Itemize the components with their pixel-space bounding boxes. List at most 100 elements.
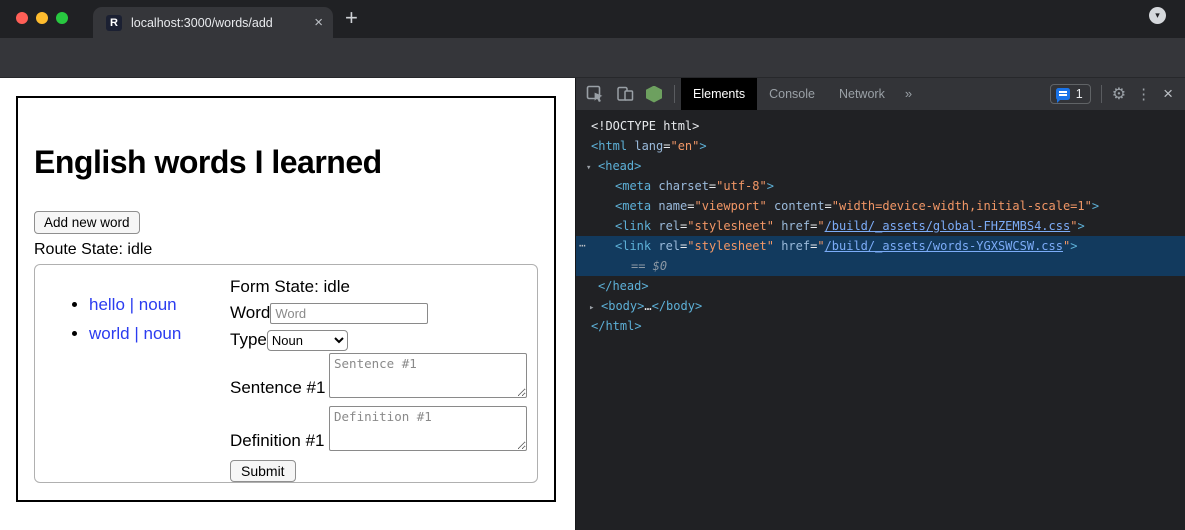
form-state-text: Form State: idle: [230, 277, 527, 297]
device-toolbar-icon[interactable]: [616, 85, 634, 103]
devtools-close-icon[interactable]: ×: [1163, 84, 1173, 104]
word-input[interactable]: [270, 303, 428, 324]
sentence-textarea[interactable]: [329, 353, 527, 398]
settings-gear-icon[interactable]: ⚙: [1112, 84, 1126, 104]
devtools-code-line[interactable]: <meta name="viewport" content="width=dev…: [576, 196, 1185, 216]
word-list: hello | noun world | noun: [45, 295, 230, 344]
toolbar-separator: [674, 85, 675, 103]
code-token: ": [817, 219, 824, 233]
code-token: "viewport": [694, 199, 766, 213]
word-link[interactable]: hello | noun: [89, 295, 177, 314]
devtools-tabbar: ElementsConsoleNetwork: [681, 78, 897, 110]
word-list-item: world | noun: [89, 324, 230, 344]
page-title: English words I learned: [34, 144, 538, 181]
devtools-code-line[interactable]: ▸<body>…</body>: [576, 296, 1185, 316]
remix-favicon-icon: R: [106, 15, 122, 31]
code-token: >: [1070, 239, 1077, 253]
code-token: /build/_assets/words-YGXSWCSW.css: [825, 239, 1063, 253]
add-new-word-button[interactable]: Add new word: [34, 211, 140, 234]
code-token: rel: [651, 239, 680, 253]
code-token: rel: [651, 219, 680, 233]
expander-open-icon[interactable]: ▾: [586, 158, 598, 178]
code-token: <meta: [615, 179, 651, 193]
line-options-icon[interactable]: ⋯: [579, 236, 587, 256]
devtools-code-line[interactable]: <html lang="en">: [576, 136, 1185, 156]
issues-button[interactable]: 1: [1050, 84, 1091, 104]
code-token: <html: [591, 139, 627, 153]
issues-count: 1: [1076, 87, 1083, 101]
devtools-tab-network[interactable]: Network: [827, 78, 897, 110]
code-token: lang: [627, 139, 663, 153]
code-token: "utf-8": [716, 179, 767, 193]
code-token: >: [767, 179, 774, 193]
devtools-menu-icon[interactable]: ⋮: [1136, 85, 1151, 103]
code-token: "en": [670, 139, 699, 153]
devtools-tab-console[interactable]: Console: [757, 78, 827, 110]
devtools-code-line[interactable]: ⋯<link rel="stylesheet" href="/build/_as…: [576, 236, 1185, 256]
devtools-toolbar: ElementsConsoleNetwork » 1 ⚙ ⋮ ×: [576, 78, 1185, 110]
devtools-code-line[interactable]: </head>: [576, 276, 1185, 296]
word-list-item: hello | noun: [89, 295, 230, 315]
minimize-window-button[interactable]: [36, 12, 48, 24]
word-list-column: hello | noun world | noun: [45, 275, 230, 472]
code-token: /build/_assets/global-FHZEMBS4.css: [825, 219, 1071, 233]
type-label: Type: [230, 330, 267, 350]
toolbar-separator: [1101, 85, 1102, 103]
words-form-panel: hello | noun world | noun Form State: idl…: [34, 264, 538, 483]
code-token: >: [1092, 199, 1099, 213]
code-token: ": [817, 239, 824, 253]
browser-window: R localhost:3000/words/add × + ▾ ← → loc…: [0, 0, 1185, 530]
code-token: </html>: [591, 319, 642, 333]
maximize-window-button[interactable]: [56, 12, 68, 24]
new-tab-button[interactable]: +: [345, 5, 358, 31]
code-token: href: [774, 239, 810, 253]
devtools-code-line[interactable]: ▾<head>: [576, 156, 1185, 176]
devtools-code-line[interactable]: </html>: [576, 316, 1185, 336]
code-token: <link: [615, 239, 651, 253]
word-label: Word: [230, 303, 270, 323]
code-token: content: [767, 199, 825, 213]
word-link[interactable]: world | noun: [89, 324, 181, 343]
definition-textarea[interactable]: [329, 406, 527, 451]
page-viewport: English words I learned Add new word Rou…: [0, 78, 575, 530]
browser-tab[interactable]: R localhost:3000/words/add ×: [93, 7, 333, 38]
code-token: charset: [651, 179, 709, 193]
code-token: =: [825, 199, 832, 213]
browser-toolbar: ← → localhost:3000/words/add ☆ Incognito…: [0, 38, 1185, 78]
code-token: == $0: [631, 259, 667, 273]
submit-button[interactable]: Submit: [230, 460, 296, 482]
code-token: <!DOCTYPE html>: [591, 119, 699, 133]
route-state-text: Route State: idle: [34, 241, 538, 259]
tab-title: localhost:3000/words/add: [131, 16, 308, 30]
node-devtools-icon[interactable]: [646, 86, 662, 103]
expander-closed-icon[interactable]: ▸: [589, 298, 601, 318]
page-container: English words I learned Add new word Rou…: [16, 96, 556, 502]
code-token: >: [699, 139, 706, 153]
devtools-code-line[interactable]: <!DOCTYPE html>: [576, 116, 1185, 136]
code-token: …: [644, 299, 651, 313]
more-tabs-button[interactable]: »: [897, 78, 920, 110]
devtools-code-line[interactable]: <meta charset="utf-8">: [576, 176, 1185, 196]
type-select[interactable]: Noun: [267, 330, 348, 351]
code-token: "stylesheet": [687, 219, 774, 233]
code-token: "width=device-width,initial-scale=1": [832, 199, 1092, 213]
devtools-tab-elements[interactable]: Elements: [681, 78, 757, 110]
tab-close-icon[interactable]: ×: [314, 14, 323, 31]
code-token: "stylesheet": [687, 239, 774, 253]
close-window-button[interactable]: [16, 12, 28, 24]
code-token: >: [1077, 219, 1084, 233]
code-token: <head>: [598, 159, 641, 173]
code-token: </body>: [652, 299, 703, 313]
devtools-code-line[interactable]: <link rel="stylesheet" href="/build/_ass…: [576, 216, 1185, 236]
tab-search-button[interactable]: ▾: [1149, 7, 1166, 24]
code-token: <meta: [615, 199, 651, 213]
code-token: href: [774, 219, 810, 233]
code-token: name: [651, 199, 687, 213]
inspect-element-icon[interactable]: [586, 85, 604, 103]
sentence-label: Sentence #1: [230, 378, 325, 398]
code-token: <link: [615, 219, 651, 233]
code-token: <body>: [601, 299, 644, 313]
elements-tree: <!DOCTYPE html><html lang="en">▾<head><m…: [576, 110, 1185, 530]
devtools-code-line[interactable]: == $0: [576, 256, 1185, 276]
definition-label: Definition #1: [230, 431, 325, 451]
